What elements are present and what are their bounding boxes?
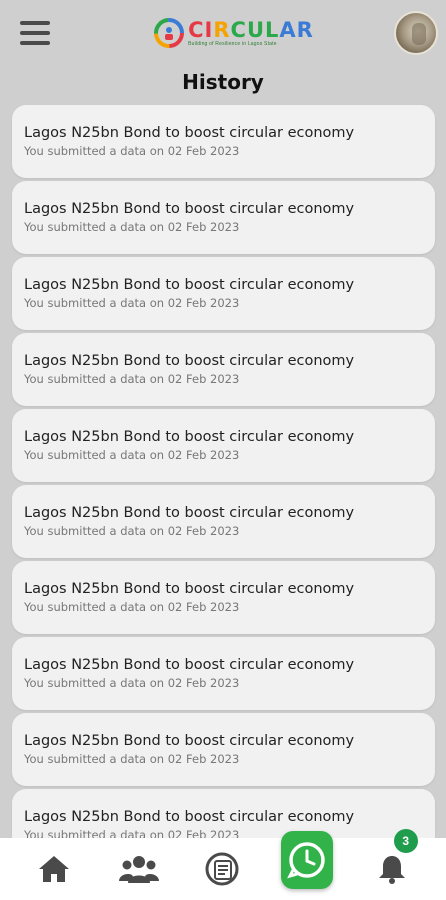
history-item[interactable]: Lagos N25bn Bond to boost circular econo… xyxy=(12,257,435,330)
history-item-subtitle: You submitted a data on 02 Feb 2023 xyxy=(24,296,240,310)
bell-icon xyxy=(378,856,405,884)
logo-mark-icon xyxy=(154,18,185,48)
history-item-subtitle: You submitted a data on 02 Feb 2023 xyxy=(24,372,240,386)
home-icon xyxy=(39,856,70,882)
history-item-subtitle: You submitted a data on 02 Feb 2023 xyxy=(24,448,240,462)
history-list: Lagos N25bn Bond to boost circular econo… xyxy=(12,105,435,865)
history-item-subtitle: You submitted a data on 02 Feb 2023 xyxy=(24,676,240,690)
hamburger-menu-icon[interactable] xyxy=(20,21,50,45)
logo-tagline: Building of Resilience in Lagos State xyxy=(188,41,277,47)
history-item[interactable]: Lagos N25bn Bond to boost circular econo… xyxy=(12,713,435,786)
history-item[interactable]: Lagos N25bn Bond to boost circular econo… xyxy=(12,637,435,710)
history-item-title: Lagos N25bn Bond to boost circular econo… xyxy=(24,809,355,825)
app-header: CIRCULAR Building of Resilience in Lagos… xyxy=(0,0,446,66)
history-clock-icon xyxy=(287,842,326,879)
history-item-title: Lagos N25bn Bond to boost circular econo… xyxy=(24,505,355,521)
history-item[interactable]: Lagos N25bn Bond to boost circular econo… xyxy=(12,561,435,634)
history-item-subtitle: You submitted a data on 02 Feb 2023 xyxy=(24,524,240,538)
bottom-navigation: 3 xyxy=(0,829,446,900)
nav-notifications[interactable]: 3 xyxy=(366,829,418,895)
logo-wordmark: CIRCULAR xyxy=(188,18,314,42)
nav-history[interactable] xyxy=(281,831,334,895)
nav-home[interactable] xyxy=(28,843,80,895)
news-icon xyxy=(205,852,239,886)
history-item-subtitle: You submitted a data on 02 Feb 2023 xyxy=(24,144,240,158)
nav-history-active xyxy=(281,831,334,889)
community-icon xyxy=(118,856,159,883)
history-item[interactable]: Lagos N25bn Bond to boost circular econo… xyxy=(12,333,435,406)
history-item[interactable]: Lagos N25bn Bond to boost circular econo… xyxy=(12,181,435,254)
history-item-title: Lagos N25bn Bond to boost circular econo… xyxy=(24,277,355,293)
history-item-title: Lagos N25bn Bond to boost circular econo… xyxy=(24,429,355,445)
history-item-title: Lagos N25bn Bond to boost circular econo… xyxy=(24,733,355,749)
history-item-subtitle: You submitted a data on 02 Feb 2023 xyxy=(24,220,240,234)
app-logo[interactable]: CIRCULAR Building of Resilience in Lagos… xyxy=(154,18,314,48)
history-item[interactable]: Lagos N25bn Bond to boost circular econo… xyxy=(12,409,435,482)
history-item-subtitle: You submitted a data on 02 Feb 2023 xyxy=(24,752,240,766)
history-item-title: Lagos N25bn Bond to boost circular econo… xyxy=(24,353,355,369)
notification-badge: 3 xyxy=(393,829,418,853)
nav-community[interactable] xyxy=(113,843,165,895)
history-item-title: Lagos N25bn Bond to boost circular econo… xyxy=(24,581,355,597)
user-avatar[interactable] xyxy=(393,11,438,55)
history-item-title: Lagos N25bn Bond to boost circular econo… xyxy=(24,201,355,217)
nav-news[interactable] xyxy=(197,843,249,895)
history-item-title: Lagos N25bn Bond to boost circular econo… xyxy=(24,125,355,141)
history-item-title: Lagos N25bn Bond to boost circular econo… xyxy=(24,657,355,673)
history-item[interactable]: Lagos N25bn Bond to boost circular econo… xyxy=(12,105,435,178)
history-item-subtitle: You submitted a data on 02 Feb 2023 xyxy=(24,600,240,614)
history-item[interactable]: Lagos N25bn Bond to boost circular econo… xyxy=(12,485,435,558)
page-title: History xyxy=(182,70,264,94)
